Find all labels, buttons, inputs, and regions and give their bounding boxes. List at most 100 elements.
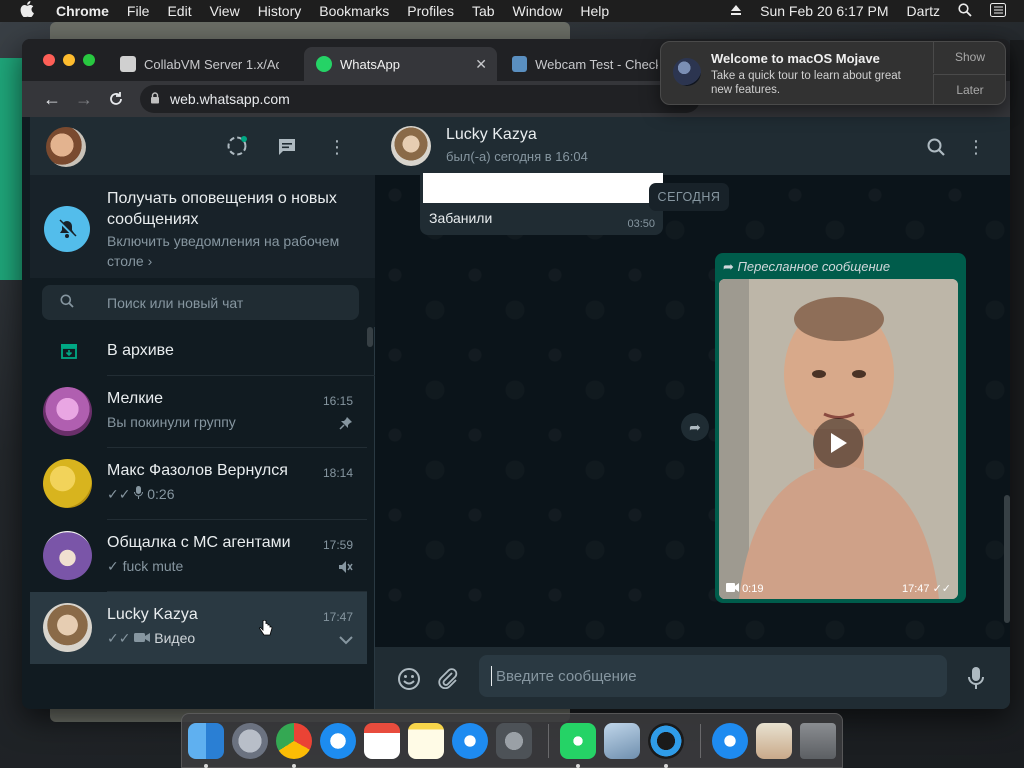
finder-icon[interactable] <box>188 723 224 759</box>
app-store-downloads-icon[interactable] <box>712 723 748 759</box>
message-area[interactable]: Забанили 03:50 СЕГОДНЯ ➦ ➦ Пересланное с… <box>375 173 1010 647</box>
menu-help[interactable]: Help <box>580 3 609 19</box>
chrome-icon[interactable] <box>276 723 312 759</box>
document-stack-icon[interactable] <box>756 723 792 759</box>
my-avatar[interactable] <box>46 127 86 167</box>
launchpad-icon[interactable] <box>232 723 268 759</box>
search-row: Поиск или новый чат <box>30 278 375 327</box>
mic-icon <box>134 486 147 502</box>
notification-title: Welcome to macOS Mojave <box>711 51 880 66</box>
chat-preview: ✓✓ 0:26 <box>107 486 175 502</box>
sidebar-scrollbar[interactable] <box>367 327 373 347</box>
contact-name: Lucky Kazya <box>446 126 537 143</box>
search-messages-icon[interactable] <box>924 135 948 159</box>
chat-preview: Вы покинули группу <box>107 414 236 430</box>
emoji-icon[interactable] <box>397 667 421 696</box>
chat-row-maks-fazolov[interactable]: Макс Фазолов Вернулся 18:14 ✓✓ 0:26 <box>30 448 367 520</box>
menubar: Chrome File Edit View History Bookmarks … <box>0 0 1024 22</box>
new-chat-icon[interactable] <box>275 135 299 159</box>
macos-notification[interactable]: Welcome to macOS Mojave Take a quick tou… <box>660 41 1006 105</box>
archive-icon <box>60 342 78 365</box>
tab-whatsapp[interactable]: WhatsApp ✕ <box>304 47 497 81</box>
notification-later-button[interactable]: Later <box>933 74 1006 105</box>
archived-chats-row[interactable]: В архиве <box>30 327 375 376</box>
microphone-icon[interactable] <box>967 666 985 695</box>
play-icon[interactable] <box>813 418 863 468</box>
menu-bookmarks[interactable]: Bookmarks <box>319 3 389 19</box>
preview-icon[interactable] <box>604 723 640 759</box>
chat-row-lucky-kazya[interactable]: Lucky Kazya 17:47 ✓✓ Видео <box>30 592 367 664</box>
pin-icon <box>339 416 353 433</box>
enable-notifications-link[interactable]: Включить уведомления на рабочем столе › <box>107 231 362 271</box>
conversation-menu-icon[interactable]: ⋮ <box>964 135 988 159</box>
menu-view[interactable]: View <box>210 3 240 19</box>
background-window-edge-right <box>1010 40 1024 700</box>
spotlight-search-icon[interactable] <box>958 2 972 20</box>
close-window-button[interactable] <box>43 54 55 66</box>
menu-edit[interactable]: Edit <box>167 3 191 19</box>
menu-file[interactable]: File <box>127 3 150 19</box>
search-input[interactable]: Поиск или новый чат <box>42 285 359 320</box>
user-name[interactable]: Dartz <box>907 3 940 19</box>
trash-icon[interactable] <box>800 723 836 759</box>
status-icon[interactable] <box>225 135 249 159</box>
system-preferences-icon[interactable] <box>496 723 532 759</box>
menu-kebab-icon[interactable]: ⋮ <box>325 135 349 159</box>
chat-name: Мелкие <box>107 390 164 407</box>
tab-collabvm[interactable]: CollabVM Server 1.x/Ac <box>108 47 300 81</box>
chat-preview: ✓✓ Видео <box>107 630 196 646</box>
whatsapp-icon[interactable] <box>560 723 596 759</box>
minimize-window-button[interactable] <box>63 54 75 66</box>
attach-icon[interactable] <box>437 667 459 694</box>
notification-show-button[interactable]: Show <box>933 42 1006 73</box>
archive-label: В архиве <box>107 342 174 359</box>
zoom-window-button[interactable] <box>83 54 95 66</box>
app-store-icon[interactable] <box>452 723 488 759</box>
chat-avatar <box>43 387 92 436</box>
incoming-message[interactable]: Забанили 03:50 <box>420 173 663 235</box>
forward-message-icon[interactable]: ➦ <box>681 413 709 441</box>
chat-row-melkie[interactable]: Мелкие 16:15 Вы покинули группу <box>30 376 367 448</box>
menu-app-name[interactable]: Chrome <box>56 3 109 19</box>
notifications-title: Получать оповещения о новых сообщениях <box>107 190 337 228</box>
close-tab-icon[interactable]: ✕ <box>475 56 487 73</box>
running-indicator <box>204 764 208 768</box>
address-bar[interactable]: web.whatsapp.com <box>140 85 700 113</box>
forward-icon[interactable]: → <box>72 87 96 111</box>
forwarded-icon: ➦ <box>723 259 738 274</box>
outgoing-video-message[interactable]: ➦ Пересланное сообщение 0:19 17:47 ✓✓ <box>715 253 966 603</box>
safari-icon[interactable] <box>320 723 356 759</box>
tab-webcam-test[interactable]: Webcam Test - Check <box>500 47 670 81</box>
calendar-icon[interactable] <box>364 723 400 759</box>
contact-avatar[interactable] <box>391 126 431 166</box>
reload-icon[interactable] <box>104 87 128 111</box>
dock-separator <box>700 724 701 758</box>
chat-preview: ✓ fuck mute <box>107 558 184 574</box>
message-text: Забанили <box>429 210 493 226</box>
eject-icon[interactable] <box>730 3 742 19</box>
double-check-icon: ✓✓ <box>107 630 131 646</box>
menu-tab[interactable]: Tab <box>472 3 495 19</box>
notification-center-icon[interactable] <box>990 2 1006 20</box>
menu-window[interactable]: Window <box>513 3 563 19</box>
chevron-down-icon[interactable] <box>339 632 353 648</box>
chat-name: Lucky Kazya <box>107 606 198 623</box>
chrome-window: CollabVM Server 1.x/Ac WhatsApp ✕ Webcam… <box>22 39 1010 709</box>
mouse-cursor-icon <box>259 619 273 643</box>
apple-menu-icon[interactable] <box>20 1 38 21</box>
menu-profiles[interactable]: Profiles <box>407 3 454 19</box>
notes-icon[interactable] <box>408 723 444 759</box>
conversation-header[interactable]: Lucky Kazya был(-а) сегодня в 16:04 ⋮ <box>375 117 1010 175</box>
back-icon[interactable]: ← <box>40 87 64 111</box>
message-input[interactable]: Введите сообщение <box>479 655 947 697</box>
video-thumbnail[interactable]: 0:19 17:47 ✓✓ <box>719 279 958 599</box>
quicktime-icon[interactable] <box>648 723 684 759</box>
conversation-scrollbar[interactable] <box>1004 495 1010 623</box>
chat-row-obschalka[interactable]: Общалка с МС агентами 17:59 ✓ fuck mute <box>30 520 367 592</box>
chat-time: 16:15 <box>322 394 353 408</box>
desktop-notifications-banner[interactable]: Получать оповещения о новых сообщениях В… <box>30 175 375 278</box>
menu-history[interactable]: History <box>258 3 302 19</box>
collabvm-favicon-icon <box>120 56 136 72</box>
clock[interactable]: Sun Feb 20 6:17 PM <box>760 3 888 19</box>
url-text: web.whatsapp.com <box>170 91 290 107</box>
